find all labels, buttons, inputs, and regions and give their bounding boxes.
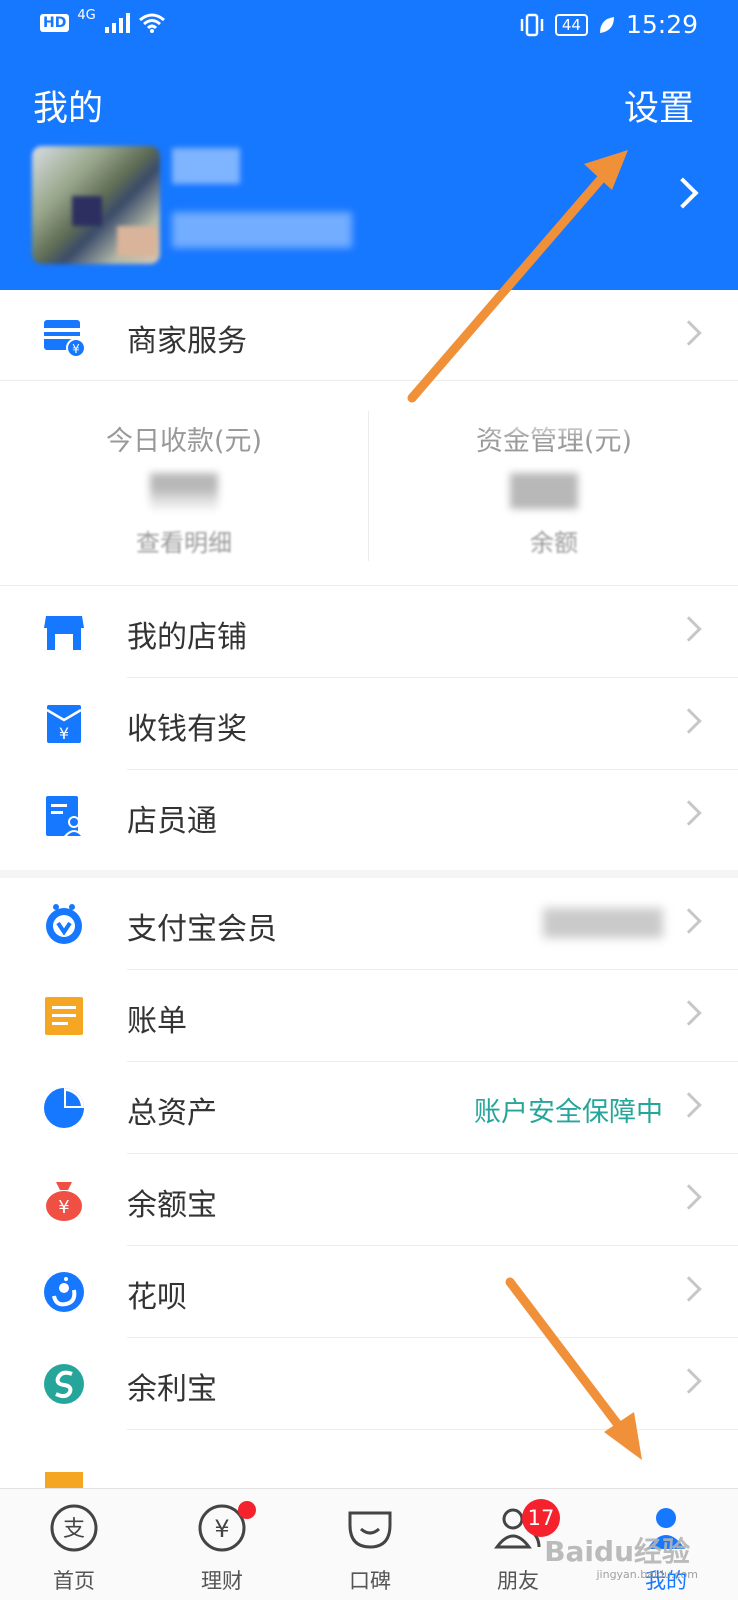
tab-label: 理财 xyxy=(201,1569,243,1593)
chevron-right-icon xyxy=(676,320,702,346)
vibrate-icon xyxy=(520,13,544,36)
item-label: 余额宝 xyxy=(127,1188,217,1223)
settings-button[interactable]: 设置 xyxy=(624,80,694,131)
alipay-home-icon: 支 xyxy=(50,1504,98,1552)
chevron-right-icon xyxy=(676,616,702,642)
chevron-right-icon xyxy=(676,708,702,734)
stat-title: 今日收款(元) xyxy=(105,426,263,457)
tab-home[interactable]: 支 首页 xyxy=(0,1489,148,1600)
merchant-services-label: 商家服务 xyxy=(127,324,247,359)
svg-text:¥: ¥ xyxy=(59,724,69,743)
chevron-right-icon xyxy=(676,1184,702,1210)
user-account-redacted xyxy=(172,212,352,248)
member-badge-icon xyxy=(46,904,82,944)
item-label: 余利宝 xyxy=(127,1372,217,1407)
watermark-url: jingyan.baidu.com xyxy=(596,1568,698,1581)
signal-icon xyxy=(104,13,130,33)
status-bar: HD 4G 44 15:29 xyxy=(0,0,738,50)
item-label: 花呗 xyxy=(127,1280,187,1315)
staff-card-icon xyxy=(46,796,84,836)
merchant-stats-card: 今日收款(元) 查看明细 资金管理(元) 余额 xyxy=(0,380,738,586)
item-label: 收钱有奖 xyxy=(127,712,247,747)
avatar[interactable] xyxy=(32,146,160,264)
tab-label: 首页 xyxy=(53,1569,95,1593)
item-label: 账单 xyxy=(127,1004,187,1039)
today-receipts-stat[interactable]: 今日收款(元) 查看明细 xyxy=(0,381,368,587)
chevron-right-icon xyxy=(676,800,702,826)
watermark: Baidu经验 xyxy=(544,1535,690,1568)
stat-value-redacted xyxy=(510,473,578,509)
stat-sub: 余额 xyxy=(530,529,578,557)
collect-reward-item[interactable]: ¥ 收钱有奖 xyxy=(0,678,738,770)
partial-item-icon xyxy=(45,1472,83,1488)
yuebao-item[interactable]: ¥ 余额宝 xyxy=(0,1154,738,1246)
leaf-icon xyxy=(599,16,614,33)
chevron-right-icon[interactable] xyxy=(667,177,699,209)
tab-label: 口碑 xyxy=(349,1569,391,1593)
clock: 15:29 xyxy=(625,10,698,39)
shop-icon xyxy=(44,616,84,650)
hd-indicator: HD xyxy=(40,14,70,32)
yulibao-icon xyxy=(44,1364,84,1404)
stat-sub: 查看明细 xyxy=(136,529,232,557)
store-yuan-icon: ¥ xyxy=(44,320,86,358)
item-label: 总资产 xyxy=(127,1096,217,1131)
item-label: 我的店铺 xyxy=(127,620,247,655)
svg-text:¥: ¥ xyxy=(214,1515,229,1543)
profile-header: HD 4G 44 15:29 我的 设置 xyxy=(0,0,738,290)
pie-chart-icon xyxy=(44,1088,84,1128)
chevron-right-icon xyxy=(676,1092,702,1118)
network-type: 4G xyxy=(77,7,96,23)
chevron-right-icon xyxy=(676,1368,702,1394)
member-level-redacted xyxy=(543,908,663,938)
merchant-services-item[interactable]: ¥ 商家服务 xyxy=(0,290,738,382)
user-name-redacted xyxy=(172,148,240,184)
page-title: 我的 xyxy=(33,89,104,129)
huabei-icon xyxy=(44,1272,84,1312)
item-label: 店员通 xyxy=(127,804,217,839)
partial-list-item[interactable] xyxy=(0,1430,738,1488)
svg-text:¥: ¥ xyxy=(72,342,80,356)
fund-management-stat[interactable]: 资金管理(元) 余额 xyxy=(370,381,738,587)
svg-text:支: 支 xyxy=(63,1517,85,1542)
money-bag-icon: ¥ xyxy=(46,1182,82,1221)
item-label: 支付宝会员 xyxy=(127,912,277,947)
alipay-mine-page: HD 4G 44 15:29 我的 设置 ¥ 商家服务 今日收款(元) 查看明细… xyxy=(0,0,738,1600)
bill-icon xyxy=(45,997,83,1035)
chevron-right-icon xyxy=(676,908,702,934)
huabei-item[interactable]: 花呗 xyxy=(0,1246,738,1338)
bill-item[interactable]: 账单 xyxy=(0,970,738,1062)
security-status-text: 账户安全保障中 xyxy=(474,1097,663,1128)
chevron-right-icon xyxy=(676,1000,702,1026)
svg-text:¥: ¥ xyxy=(58,1197,69,1218)
wifi-icon xyxy=(138,13,165,33)
divider xyxy=(368,411,369,561)
red-envelope-yuan-icon: ¥ xyxy=(46,705,82,743)
battery-level: 44 xyxy=(554,13,588,36)
tab-koubei[interactable]: 口碑 xyxy=(296,1489,444,1600)
yulibao-item[interactable]: 余利宝 xyxy=(0,1338,738,1430)
notification-dot xyxy=(238,1501,256,1519)
alipay-member-item[interactable]: 支付宝会员 xyxy=(0,878,738,970)
chevron-right-icon xyxy=(676,1276,702,1302)
staff-pass-item[interactable]: 店员通 xyxy=(0,770,738,862)
tab-wealth[interactable]: ¥ 理财 xyxy=(148,1489,296,1600)
koubei-icon xyxy=(348,1511,392,1549)
total-assets-item[interactable]: 总资产 账户安全保障中 xyxy=(0,1062,738,1154)
my-shop-item[interactable]: 我的店铺 xyxy=(0,586,738,678)
